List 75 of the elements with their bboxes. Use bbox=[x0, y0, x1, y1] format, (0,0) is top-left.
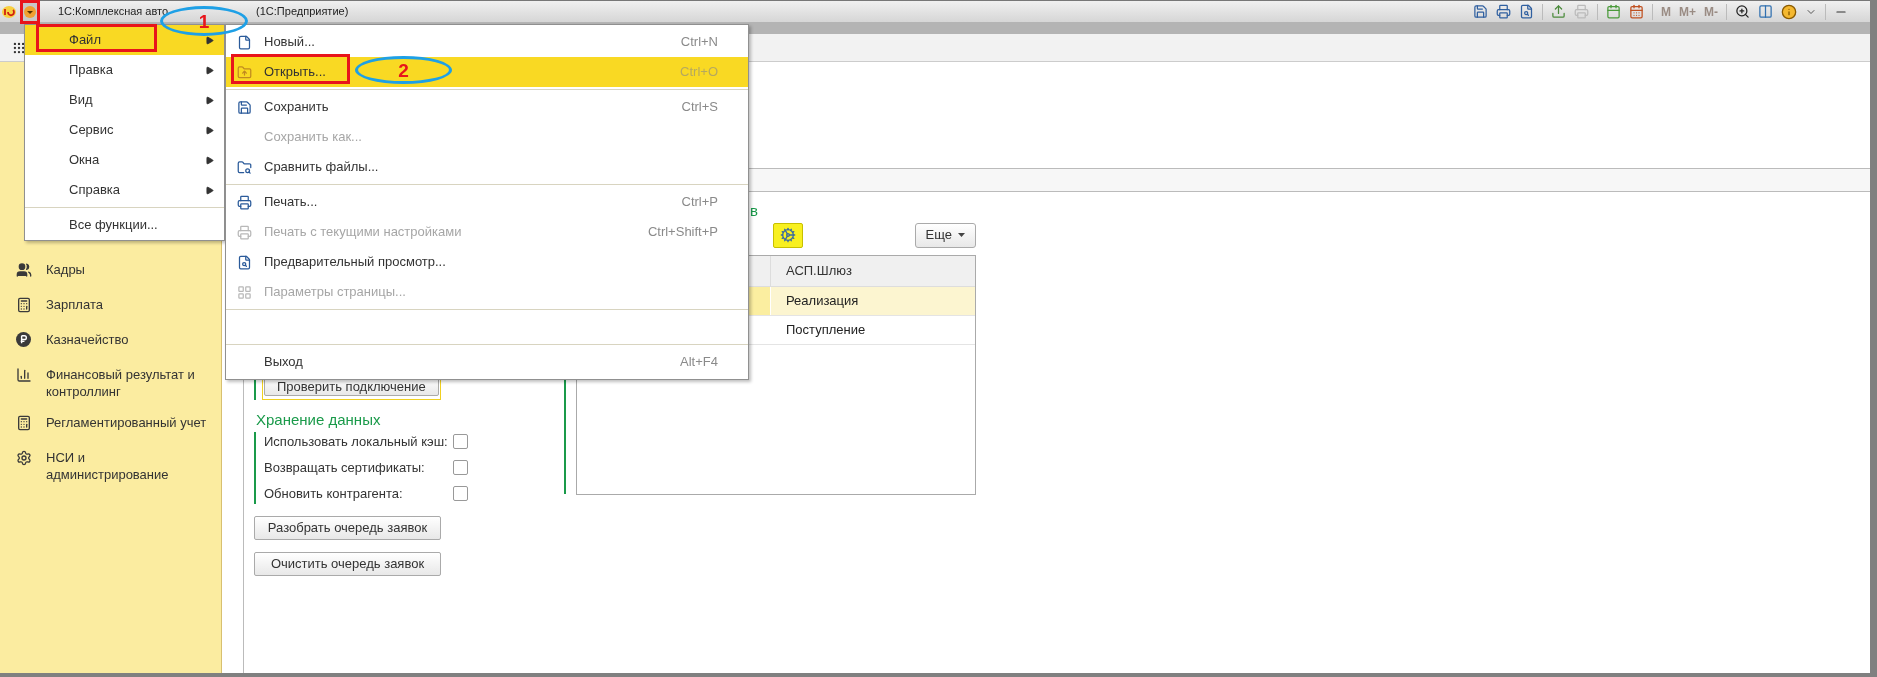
sidebar-item[interactable]: Финансовый результат и контроллинг bbox=[0, 359, 221, 407]
option-label: Возвращать сертификаты: bbox=[264, 458, 426, 477]
logo-icon bbox=[2, 4, 16, 19]
calendar-icon[interactable] bbox=[1606, 4, 1621, 19]
gear-icon bbox=[16, 450, 32, 466]
menu-item[interactable]: Печать... Ctrl+P bbox=[226, 187, 748, 217]
menu-item[interactable]: Новый... Ctrl+N bbox=[226, 27, 748, 57]
sidebar-item[interactable]: Регламентированный учет bbox=[0, 407, 221, 442]
info-icon[interactable] bbox=[1781, 3, 1797, 20]
caret-icon bbox=[958, 233, 965, 237]
table-cell-text: Реализация bbox=[785, 292, 860, 311]
submenu-arrow-icon bbox=[205, 65, 214, 75]
sidebar-item[interactable]: НСИ и администрирование bbox=[0, 442, 221, 490]
gear-icon bbox=[780, 227, 796, 243]
printer-icon[interactable] bbox=[1496, 4, 1511, 19]
calendar-icon[interactable] bbox=[1629, 4, 1644, 19]
menu-item[interactable]: Сервис bbox=[25, 115, 224, 145]
shortcut-text: Ctrl+N bbox=[680, 33, 718, 52]
submenu-arrow-icon bbox=[205, 155, 214, 165]
shortcut-text: Ctrl+P bbox=[681, 193, 718, 212]
menu-item[interactable]: Вид bbox=[25, 85, 224, 115]
printer-icon bbox=[237, 224, 252, 240]
ruble-coin-icon bbox=[16, 332, 31, 347]
menu-item[interactable]: Сохранить Ctrl+S bbox=[226, 92, 748, 122]
shortcut-text: Alt+F4 bbox=[680, 353, 718, 372]
upload-icon[interactable] bbox=[1551, 4, 1566, 19]
table-cell-text: Поступление bbox=[785, 321, 867, 340]
section-heading: Хранение данных bbox=[256, 410, 382, 430]
checkbox[interactable] bbox=[453, 486, 468, 501]
people-icon bbox=[16, 262, 32, 278]
save-icon[interactable] bbox=[1473, 4, 1488, 19]
shortcut-text: Ctrl+Shift+P bbox=[647, 223, 718, 242]
panels-icon[interactable] bbox=[1758, 4, 1773, 19]
submenu-arrow-icon bbox=[205, 185, 214, 195]
submenu-arrow-icon bbox=[205, 125, 214, 135]
section-heading: в bbox=[750, 201, 759, 220]
bar-chart-icon bbox=[16, 367, 32, 383]
sidebar-item[interactable]: Кадры bbox=[0, 254, 221, 289]
settings-button[interactable] bbox=[773, 222, 803, 248]
submenu-arrow-icon bbox=[205, 35, 214, 45]
option-label: Обновить контрагента: bbox=[264, 484, 404, 503]
more-button[interactable]: Еще bbox=[914, 222, 976, 248]
printer-icon bbox=[237, 194, 252, 210]
callout-number: 2 bbox=[398, 60, 409, 80]
preview-icon[interactable] bbox=[1519, 4, 1534, 19]
option-label: Использовать локальный кэш: bbox=[264, 432, 449, 451]
calculator-icon bbox=[16, 297, 32, 313]
caret-circle-icon bbox=[24, 5, 36, 18]
shortcut-text: Ctrl+S bbox=[681, 98, 718, 117]
preview-icon bbox=[237, 254, 252, 270]
calculator-icon bbox=[16, 415, 32, 431]
folder-search-icon bbox=[237, 159, 252, 175]
menu-item[interactable]: Предварительный просмотр... bbox=[226, 247, 748, 277]
checkbox[interactable] bbox=[453, 460, 468, 475]
menu-item[interactable]: Сравнить файлы... bbox=[226, 152, 748, 182]
folder-upload-icon bbox=[237, 64, 252, 80]
menu-item[interactable]: Справка bbox=[25, 175, 224, 205]
grid-dots-icon[interactable] bbox=[12, 40, 26, 55]
page-grid-icon bbox=[237, 284, 252, 300]
save-icon bbox=[237, 99, 252, 115]
action-button[interactable]: Разобрать очередь заявок bbox=[254, 515, 441, 540]
action-button[interactable]: Очистить очередь заявок bbox=[254, 551, 441, 576]
window-title: 1С:Комплексная авто bbox=[58, 4, 169, 20]
checkbox[interactable] bbox=[453, 434, 468, 449]
menu-item[interactable]: Выход Alt+F4 bbox=[226, 347, 748, 377]
shortcut-text: Ctrl+O bbox=[680, 63, 718, 82]
menu-item[interactable]: Правка bbox=[25, 55, 224, 85]
document-icon bbox=[237, 34, 252, 50]
menu-item[interactable]: Все функции... bbox=[25, 210, 224, 240]
window-title: (1С:Предприятие) bbox=[256, 4, 349, 20]
sidebar-item[interactable]: Зарплата bbox=[0, 289, 221, 324]
menu-item[interactable]: Окна bbox=[25, 145, 224, 175]
zoom-icon[interactable] bbox=[1735, 4, 1750, 19]
sidebar-item[interactable]: Казначейство bbox=[0, 324, 221, 359]
submenu-arrow-icon bbox=[205, 95, 214, 105]
